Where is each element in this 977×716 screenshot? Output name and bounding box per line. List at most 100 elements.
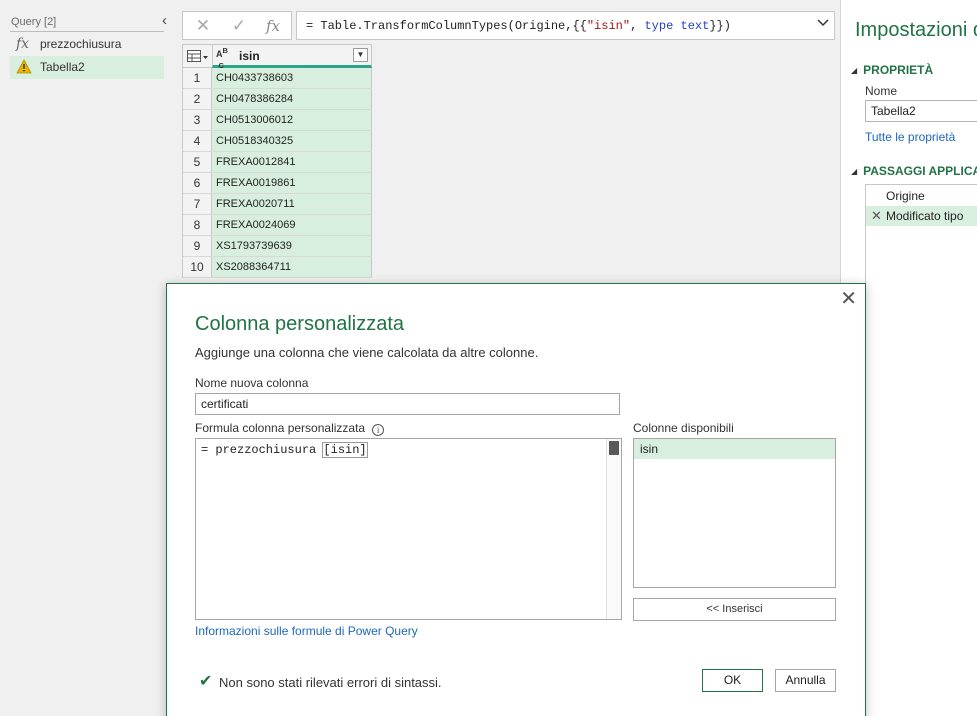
delete-step-icon[interactable]: ✕ [871, 206, 882, 226]
row-number: 3 [183, 110, 212, 130]
applied-steps-header-label: PASSAGGI APPLICATI [863, 164, 977, 178]
query-item-label: Tabella2 [40, 60, 85, 74]
row-number: 10 [183, 257, 212, 277]
properties-header-label: PROPRIETÀ [863, 63, 934, 77]
settings-title: Impostazioni query [855, 19, 977, 41]
dialog-title: Colonna personalizzata [195, 313, 405, 335]
table-cell[interactable]: FREXA0019861 [212, 173, 372, 193]
applied-steps-section-header[interactable]: ◢ PASSAGGI APPLICATI [851, 164, 977, 178]
filter-dropdown-icon[interactable]: ▼ [353, 48, 368, 62]
queries-pane: Query [2] ‹ fx prezzochiusura Tabella2 [0, 0, 170, 716]
function-icon: fx [16, 36, 30, 52]
new-column-name-label: Nome nuova colonna [195, 376, 309, 390]
properties-section-header[interactable]: ◢ PROPRIETÀ [851, 63, 933, 77]
row-number: 5 [183, 152, 212, 172]
applied-step-modificato-tipo[interactable]: ✕ Modificato tipo [866, 206, 977, 226]
applied-step-origine[interactable]: Origine [866, 186, 977, 206]
table-row: 8 FREXA0024069 [183, 215, 372, 236]
table-cell[interactable]: FREXA0020711 [212, 194, 372, 214]
formula-expression: = prezzochiusura [201, 443, 324, 457]
custom-formula-text: = prezzochiusura [isin] [201, 442, 368, 458]
insert-column-button[interactable]: << Inserisci [633, 598, 836, 621]
custom-formula-label-text: Formula colonna personalizzata [195, 421, 366, 435]
column-header-isin[interactable]: AB C isin ▼ [212, 44, 372, 70]
queries-header: Query [2] ‹ [10, 12, 167, 32]
table-row: 2 CH0478386284 [183, 89, 372, 110]
table-cell[interactable]: CH0513006012 [212, 110, 372, 130]
name-label: Nome [865, 84, 898, 98]
row-number: 7 [183, 194, 212, 214]
formula-text-part: }}) [709, 19, 731, 33]
cancel-button[interactable]: Annulla [775, 669, 836, 692]
scrollbar-thumb[interactable] [609, 441, 619, 455]
custom-column-dialog: ✕ Colonna personalizzata Aggiunge una co… [166, 283, 866, 716]
row-number: 6 [183, 173, 212, 193]
editor-scrollbar[interactable] [606, 439, 621, 619]
formula-bar-controls: ✕ ✓ fx [182, 11, 292, 40]
table-cell[interactable]: XS1793739639 [212, 236, 372, 256]
data-preview-grid: AB C isin ▼ 1 CH0433738603 2 CH0478386284 … [182, 44, 372, 278]
cancel-formula-icon[interactable]: ✕ [191, 16, 215, 36]
query-item-label: prezzochiusura [40, 37, 122, 51]
table-cell[interactable]: XS2088364711 [212, 257, 372, 277]
query-name-input[interactable] [865, 100, 977, 122]
step-label: Origine [886, 189, 925, 203]
formula-string-literal: "isin" [586, 19, 631, 33]
available-columns-list: isin [633, 438, 836, 588]
available-column-item[interactable]: isin [634, 439, 835, 459]
row-number: 9 [183, 236, 212, 256]
table-row: 10 XS2088364711 [183, 257, 372, 278]
table-row: 7 FREXA0020711 [183, 194, 372, 215]
row-number: 1 [183, 68, 212, 88]
custom-formula-editor[interactable]: = prezzochiusura [isin] [195, 438, 622, 620]
power-query-formula-help-link[interactable]: Informazioni sulle formule di Power Quer… [195, 624, 418, 638]
row-number: 8 [183, 215, 212, 235]
table-row: 4 CH0518340325 [183, 131, 372, 152]
formula-text-part: = Table.TransformColumnTypes(Origine,{{ [306, 19, 587, 33]
applied-steps-list: Origine ✕ Modificato tipo [865, 184, 977, 716]
queries-header-label[interactable]: Query [2] [11, 16, 56, 28]
table-row: 3 CH0513006012 [183, 110, 372, 131]
table-cell[interactable]: FREXA0012841 [212, 152, 372, 172]
formula-keyword: text [680, 19, 710, 33]
formula-text-part [673, 19, 680, 33]
row-number: 2 [183, 89, 212, 109]
table-cell[interactable]: CH0433738603 [212, 68, 372, 88]
formula-bar-input[interactable]: = Table.TransformColumnTypes(Origine,{{"… [296, 11, 835, 40]
table-row: 6 FREXA0019861 [183, 173, 372, 194]
table-cell[interactable]: FREXA0024069 [212, 215, 372, 235]
collapse-triangle-icon: ◢ [851, 66, 858, 75]
new-column-name-input[interactable] [195, 393, 620, 415]
table-cell[interactable]: CH0518340325 [212, 131, 372, 151]
formula-text-part: , [630, 19, 645, 33]
available-columns-label: Colonne disponibili [633, 421, 734, 435]
formula-keyword: type [644, 19, 674, 33]
row-number: 4 [183, 131, 212, 151]
syntax-status-message: Non sono stati rilevati errori di sintas… [219, 675, 442, 690]
ok-button[interactable]: OK [702, 669, 763, 692]
commit-formula-icon[interactable]: ✓ [227, 16, 251, 36]
collapse-triangle-icon: ◢ [851, 167, 858, 176]
chevron-down-icon[interactable] [817, 17, 829, 31]
collapse-pane-icon[interactable]: ‹ [162, 12, 167, 29]
table-menu-icon[interactable] [187, 50, 209, 63]
info-icon[interactable]: i [372, 424, 385, 436]
warning-icon [16, 59, 34, 75]
column-header-label: isin [239, 49, 260, 63]
all-properties-link[interactable]: Tutte le proprietà [865, 130, 955, 144]
grid-header-row: AB C isin ▼ [183, 44, 372, 70]
dialog-description: Aggiunge una colonna che viene calcolata… [195, 345, 539, 360]
table-cell[interactable]: CH0478386284 [212, 89, 372, 109]
query-item-prezzochiusura[interactable]: fx prezzochiusura [10, 33, 164, 56]
step-label: Modificato tipo [886, 209, 964, 223]
formula-column-reference: [isin] [322, 442, 368, 458]
close-icon[interactable]: ✕ [840, 286, 857, 311]
query-item-tabella2[interactable]: Tabella2 [10, 56, 164, 79]
insert-function-icon[interactable]: fx [261, 16, 285, 36]
text-type-icon[interactable]: AB C [216, 47, 228, 70]
table-row: 5 FREXA0012841 [183, 152, 372, 173]
table-row: 9 XS1793739639 [183, 236, 372, 257]
table-row: 1 CH0433738603 [183, 68, 372, 89]
custom-formula-label: Formula colonna personalizzata i [195, 421, 385, 436]
check-icon: ✔ [199, 673, 213, 690]
